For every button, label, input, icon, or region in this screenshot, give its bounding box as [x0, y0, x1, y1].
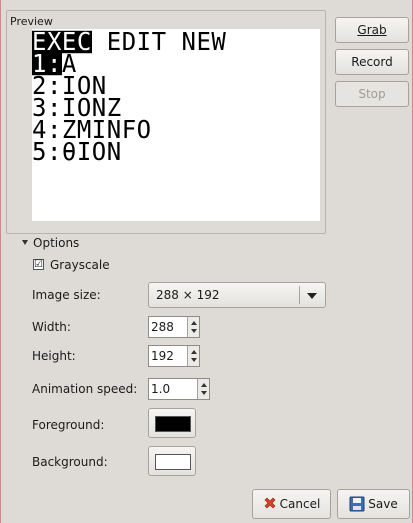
background-swatch: [155, 454, 191, 470]
spin-up-icon: [191, 350, 197, 354]
grayscale-label: Grayscale: [50, 258, 110, 272]
options-expander[interactable]: Options: [22, 236, 79, 250]
floppy-disk-icon: [349, 496, 365, 511]
height-label: Height:: [32, 349, 76, 363]
height-spin-arrows[interactable]: [187, 346, 199, 366]
background-color-button[interactable]: [148, 446, 196, 476]
width-spinbutton[interactable]: 288: [148, 316, 200, 338]
image-size-combo[interactable]: 288 × 192: [148, 282, 326, 308]
animation-speed-value: 1.0: [151, 382, 171, 396]
calculator-screen-preview: EXEC EDIT NEW 1:A 2:ION 3:IONZ 4:ZMINFO …: [32, 29, 320, 221]
foreground-swatch: [155, 416, 191, 432]
preview-label: Preview: [9, 15, 54, 28]
spin-down-icon: [201, 391, 207, 395]
height-value: 192: [151, 349, 174, 363]
foreground-color-button[interactable]: [148, 408, 196, 438]
dropdown-arrow-icon: [307, 293, 317, 299]
width-spin-arrows[interactable]: [187, 317, 199, 337]
height-spinbutton[interactable]: 192: [148, 345, 200, 367]
options-title: Options: [33, 236, 80, 250]
screen-line-6: 5:θION: [32, 137, 122, 167]
combo-separator: [299, 286, 300, 304]
record-button[interactable]: Record: [335, 49, 409, 75]
animation-speed-label: Animation speed:: [32, 382, 138, 396]
screenshot-dialog: Preview EXEC EDIT NEW 1:A 2:ION 3:IONZ 4…: [0, 0, 413, 523]
checkmark-icon: ☑: [34, 259, 43, 270]
save-button[interactable]: Save: [337, 489, 410, 519]
stop-button[interactable]: Stop: [335, 81, 409, 107]
grab-button[interactable]: Grab: [335, 17, 409, 43]
spin-up-icon: [201, 383, 207, 387]
background-label: Background:: [32, 455, 108, 469]
speed-spin-arrows[interactable]: [197, 379, 209, 399]
image-size-value: 288 × 192: [156, 288, 220, 302]
animation-speed-spinbutton[interactable]: 1.0: [148, 378, 210, 400]
spin-down-icon: [191, 358, 197, 362]
image-size-label: Image size:: [32, 288, 101, 302]
width-value: 288: [151, 320, 174, 334]
expander-arrow-icon: [22, 240, 28, 245]
foreground-label: Foreground:: [32, 418, 105, 432]
grayscale-checkbox[interactable]: ☑: [33, 259, 44, 270]
spin-up-icon: [191, 321, 197, 325]
cancel-button[interactable]: Cancel: [252, 489, 331, 519]
spin-down-icon: [191, 329, 197, 333]
cancel-icon: [264, 497, 276, 508]
width-label: Width:: [32, 320, 71, 334]
